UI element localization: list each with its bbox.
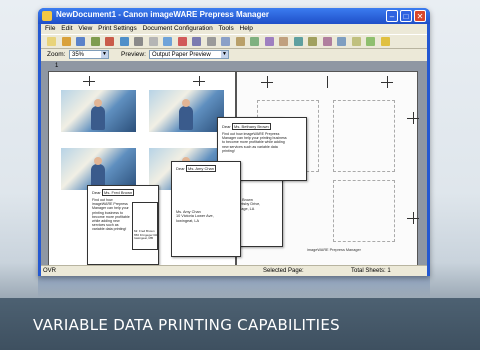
address-frame: [132, 202, 158, 250]
preview-value: Output Paper Preview: [152, 52, 211, 58]
layout10-icon[interactable]: [322, 37, 332, 46]
menu-view[interactable]: View: [78, 24, 92, 34]
text-block: [333, 100, 395, 172]
status-bar: OVR Selected Page: Total Sheets: 1: [41, 265, 427, 276]
menu-file[interactable]: File: [45, 24, 55, 34]
preview-canvas[interactable]: 1 imageWARE Prepress Manager Brown Brigh…: [41, 61, 427, 265]
options-bar: Zoom: 35% ▼ Preview: Output Paper Previe…: [41, 49, 427, 61]
zoom-select[interactable]: 35% ▼: [69, 50, 109, 59]
help-icon[interactable]: [380, 37, 390, 46]
text-block: [333, 180, 395, 242]
name-field: Ms. Bethany Brown: [232, 123, 271, 130]
layout11-icon[interactable]: [337, 37, 346, 46]
document-body: Find out how imageWARE Prepress Manager …: [92, 198, 130, 232]
close-button[interactable]: ✕: [414, 10, 426, 22]
salutation: Dear: [222, 124, 231, 129]
crop-mark: [83, 81, 95, 82]
save-icon[interactable]: [76, 37, 85, 46]
salutation: Dear: [92, 190, 101, 195]
crop-mark: [261, 82, 273, 83]
layout4-icon[interactable]: [235, 37, 245, 46]
crop-mark: [381, 82, 393, 83]
menu-document-configuration[interactable]: Document Configuration: [143, 24, 213, 34]
zoom-value: 35%: [72, 52, 85, 58]
page-number: 1: [55, 63, 59, 69]
document-card[interactable]: Dear Ms. Amy Chan Ms. Amy Chan 10 Victor…: [171, 161, 241, 257]
undo-icon[interactable]: [105, 37, 114, 46]
status-mode: OVR: [43, 268, 57, 274]
menu-print-settings[interactable]: Print Settings: [98, 24, 137, 34]
toolbar: [41, 34, 427, 49]
photo-image: [61, 90, 136, 132]
layout12-icon[interactable]: [351, 37, 361, 46]
chevron-down-icon: ▼: [221, 51, 228, 58]
crop-mark: [407, 218, 419, 219]
copy-icon[interactable]: [148, 37, 158, 46]
cut-icon[interactable]: [134, 37, 143, 46]
layout6-icon[interactable]: [264, 37, 274, 46]
layout9-icon[interactable]: [308, 37, 317, 46]
chevron-down-icon: ▼: [101, 51, 108, 58]
title-bar: NewDocument1 - Canon imageWARE Prepress …: [38, 8, 430, 24]
layout13-icon[interactable]: [366, 37, 375, 46]
layout2-icon[interactable]: [206, 37, 216, 46]
layout3-icon[interactable]: [221, 37, 230, 46]
print-icon[interactable]: [90, 37, 100, 46]
window-reflection: [38, 276, 430, 298]
menu-help[interactable]: Help: [240, 24, 253, 34]
document-address: Mr. Fred Brown 650 Fringeger Rd, Iowinge…: [134, 229, 159, 241]
status-selected-page: Selected Page:: [263, 268, 304, 274]
caption-text: VARIABLE DATA PRINTING CAPABILITIES: [33, 316, 340, 334]
document-body: Find out how imageWARE Prepress Manager …: [222, 132, 287, 153]
menu-edit[interactable]: Edit: [61, 24, 72, 34]
layout5-icon[interactable]: [250, 37, 259, 46]
document-address: Ms. Amy Chan 10 Victoria Lower Ave, Iowi…: [176, 210, 214, 223]
minimize-button[interactable]: –: [386, 10, 398, 22]
name-field: Ms. Fred Brown: [102, 189, 135, 196]
layout7-icon[interactable]: [279, 37, 288, 46]
layout8-icon[interactable]: [293, 37, 303, 46]
salutation: Dear: [176, 166, 185, 171]
redo-icon[interactable]: [119, 37, 129, 46]
maximize-button[interactable]: □: [400, 10, 412, 22]
status-total-sheets: Total Sheets: 1: [351, 268, 391, 274]
document-card[interactable]: Dear Ms. Fred Brown Find out how imageWA…: [87, 185, 159, 265]
menu-tools[interactable]: Tools: [219, 24, 234, 34]
crop-mark: [193, 81, 205, 82]
photo-image: [61, 148, 136, 190]
layout-icon[interactable]: [192, 37, 201, 46]
crop-mark: [327, 76, 328, 88]
new-icon[interactable]: [47, 37, 56, 46]
name-field: Ms. Amy Chan: [186, 165, 217, 172]
menu-bar: File Edit View Print Settings Document C…: [41, 24, 427, 34]
app-logo-icon: [42, 11, 52, 21]
preview-select[interactable]: Output Paper Preview ▼: [149, 50, 229, 59]
open-icon[interactable]: [61, 37, 71, 46]
zoom-label: Zoom:: [47, 51, 66, 58]
preview-label: Preview:: [121, 51, 146, 58]
crop-mark: [407, 118, 419, 119]
right-page-footer: imageWARE Prepress Manager: [307, 248, 361, 252]
photo-image: [149, 90, 224, 132]
window-title: NewDocument1 - Canon imageWARE Prepress …: [56, 10, 269, 19]
delete-icon[interactable]: [177, 37, 187, 46]
paste-icon[interactable]: [163, 37, 172, 46]
app-window: NewDocument1 - Canon imageWARE Prepress …: [38, 8, 430, 276]
caption-bar: VARIABLE DATA PRINTING CAPABILITIES: [0, 298, 480, 350]
